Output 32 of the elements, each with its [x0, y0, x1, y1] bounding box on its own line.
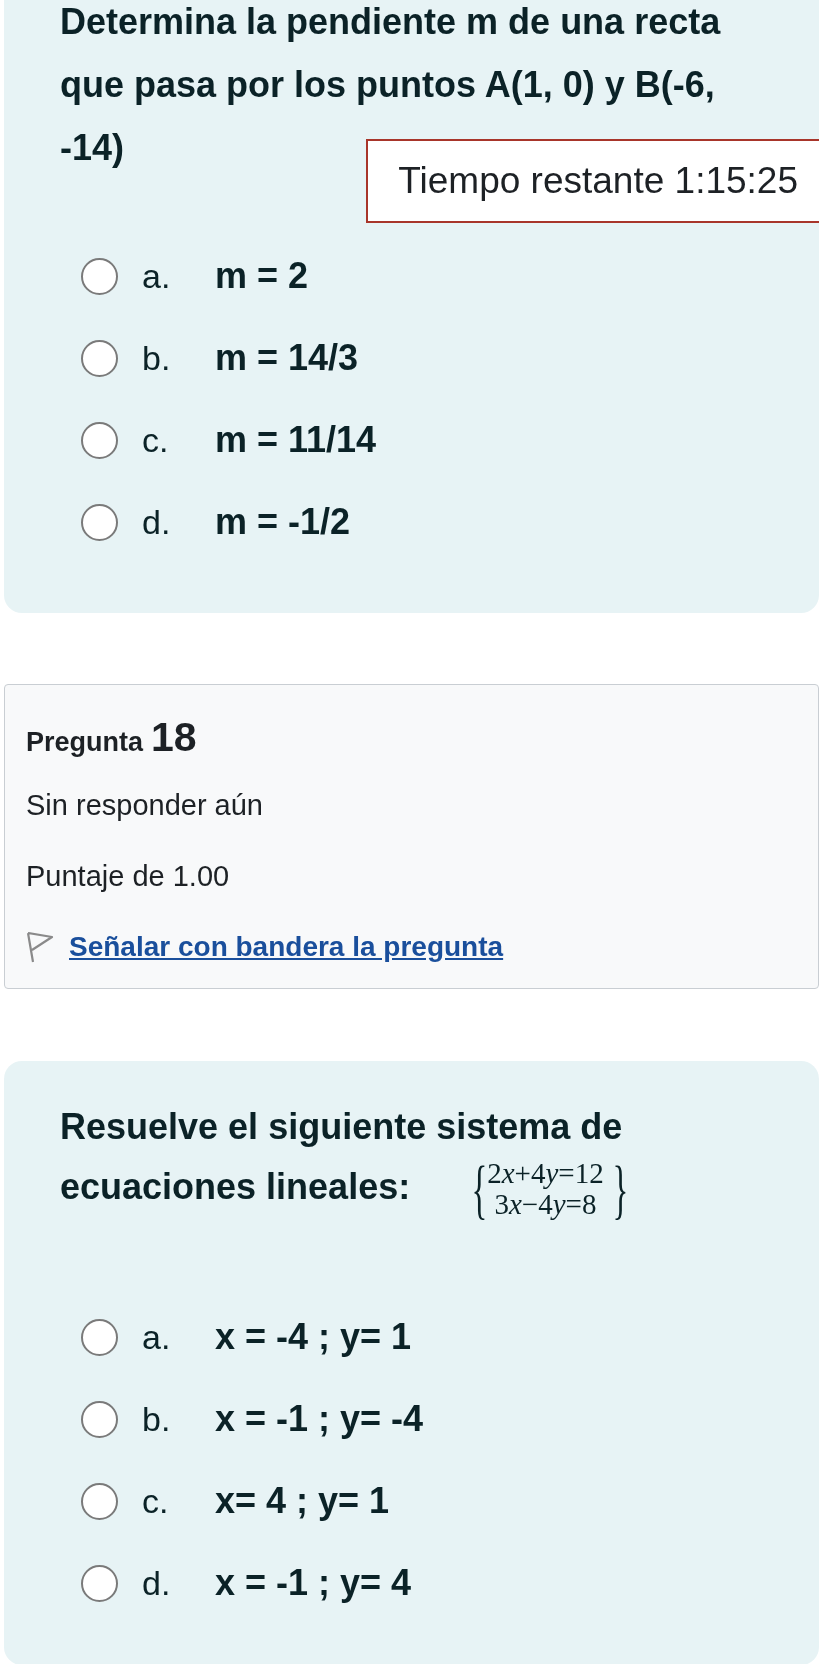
answer-label[interactable]: x = -4 ; y= 1: [215, 1316, 412, 1359]
answer-label[interactable]: x = -1 ; y= -4: [215, 1398, 424, 1441]
option-letter: b.: [142, 1400, 172, 1439]
radio-button[interactable]: [81, 503, 118, 541]
answer-label[interactable]: m = 2: [215, 255, 309, 297]
radio-button[interactable]: [81, 1565, 118, 1602]
radio-button[interactable]: [81, 339, 118, 377]
answer-label[interactable]: x = -1 ; y= 4: [215, 1562, 412, 1605]
option-letter: a.: [142, 256, 172, 296]
option-letter: d.: [142, 502, 172, 542]
flag-icon[interactable]: [26, 931, 54, 963]
radio-button[interactable]: [81, 1401, 118, 1438]
option-letter: c.: [142, 420, 170, 460]
radio-button[interactable]: [81, 257, 118, 295]
flag-question-link[interactable]: Señalar con bandera la pregunta: [26, 927, 504, 967]
radio-button[interactable]: [81, 1483, 118, 1520]
question-status: Sin responder aún: [26, 788, 263, 823]
countdown-timer: Tiempo restante 1:15:25: [366, 139, 819, 223]
answer-label[interactable]: m = -1/2: [215, 501, 351, 543]
option-letter: d.: [142, 1564, 172, 1603]
question-text: Resuelve el siguiente sistema de ecuaciones lineales: {2x+4y=12 3x−4y=8 }: [60, 1105, 629, 1221]
option-letter: c.: [142, 1482, 170, 1521]
radio-button[interactable]: [81, 421, 118, 459]
answer-label[interactable]: m = 11/14: [215, 419, 377, 461]
option-letter: a.: [142, 1318, 172, 1357]
answer-label[interactable]: x= 4 ; y= 1: [215, 1480, 390, 1523]
option-letter: b.: [142, 338, 172, 378]
question-label: Pregunta: [26, 726, 144, 759]
answer-label[interactable]: m = 14/3: [215, 337, 359, 379]
radio-button[interactable]: [81, 1319, 118, 1356]
question-number: 18: [151, 713, 197, 762]
question-grade: Puntaje de 1.00: [26, 859, 230, 894]
